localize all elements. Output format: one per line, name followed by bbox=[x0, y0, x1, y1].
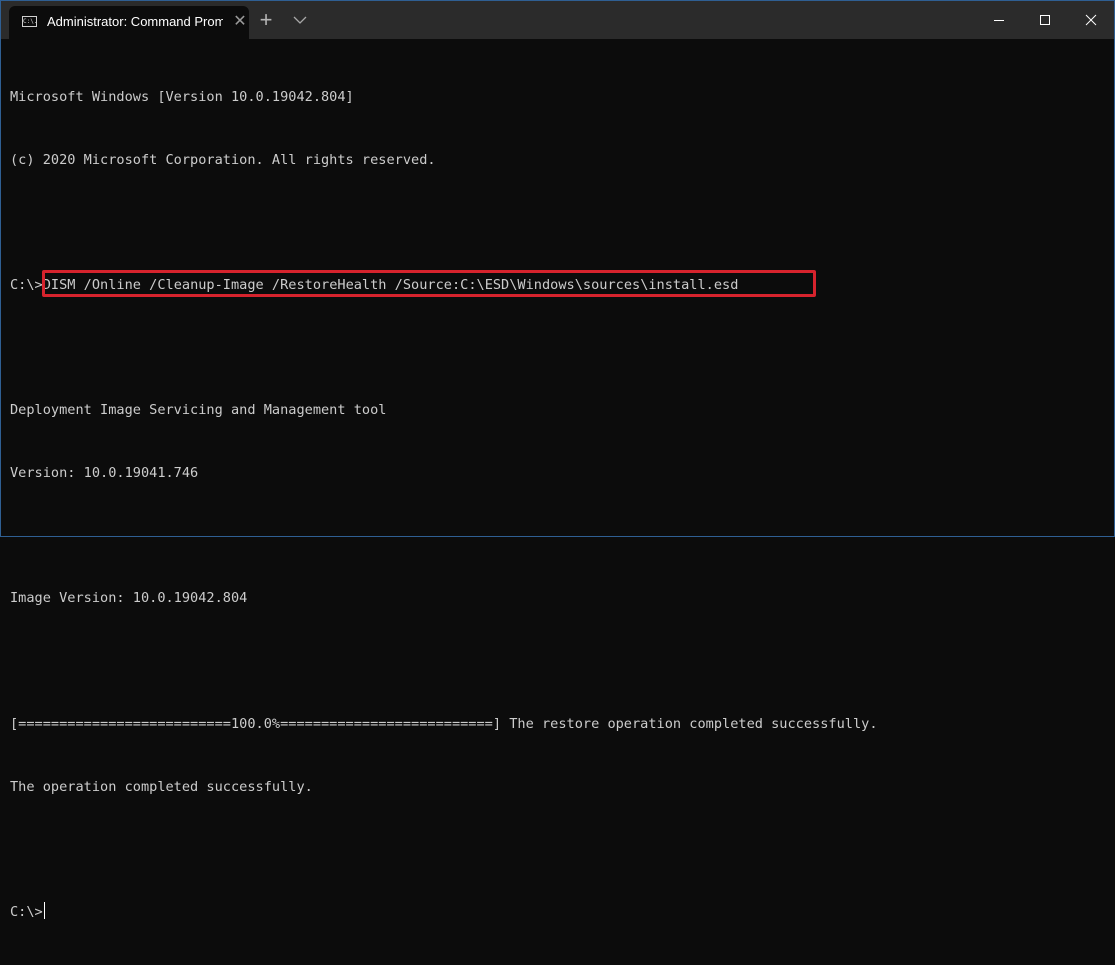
close-button[interactable] bbox=[1068, 1, 1114, 39]
new-tab-button[interactable]: + bbox=[256, 9, 276, 31]
title-bar[interactable]: C:\. Administrator: Command Prompt ✕ + bbox=[1, 1, 1114, 39]
command-prompt-window: C:\. Administrator: Command Prompt ✕ + M… bbox=[0, 0, 1115, 920]
minimize-icon bbox=[994, 20, 1004, 21]
text-cursor bbox=[43, 901, 45, 919]
output-line: Version: 10.0.19041.746 bbox=[10, 465, 199, 482]
output-line: The operation completed successfully. bbox=[10, 778, 313, 795]
maximize-button[interactable] bbox=[1022, 1, 1068, 39]
minimize-button[interactable] bbox=[976, 1, 1022, 39]
final-prompt: C:\> bbox=[10, 903, 43, 920]
terminal-output[interactable]: Microsoft Windows [Version 10.0.19042.80… bbox=[10, 45, 1106, 920]
close-icon bbox=[1085, 14, 1097, 26]
tab-title: Administrator: Command Prompt bbox=[47, 14, 223, 29]
tab-dropdown-button[interactable] bbox=[290, 10, 310, 30]
output-line: Microsoft Windows [Version 10.0.19042.80… bbox=[10, 88, 354, 105]
chevron-down-icon bbox=[293, 16, 307, 24]
command-line: C:\>DISM /Online /Cleanup-Image /Restore… bbox=[10, 269, 1106, 297]
progress-line: [==========================100.0%=======… bbox=[10, 715, 878, 732]
output-line: Deployment Image Servicing and Managemen… bbox=[10, 402, 387, 419]
cmd-icon: C:\. bbox=[22, 16, 37, 27]
output-line: Image Version: 10.0.19042.804 bbox=[10, 590, 248, 607]
prompt-line[interactable]: C:\> bbox=[10, 901, 1106, 923]
tab-close-icon[interactable]: ✕ bbox=[231, 13, 249, 31]
output-line: (c) 2020 Microsoft Corporation. All righ… bbox=[10, 151, 436, 168]
command-highlight-box bbox=[42, 269, 816, 297]
tab-command-prompt[interactable]: C:\. Administrator: Command Prompt ✕ bbox=[9, 6, 249, 39]
maximize-icon bbox=[1040, 15, 1050, 25]
command-prompt: C:\> bbox=[10, 276, 43, 293]
